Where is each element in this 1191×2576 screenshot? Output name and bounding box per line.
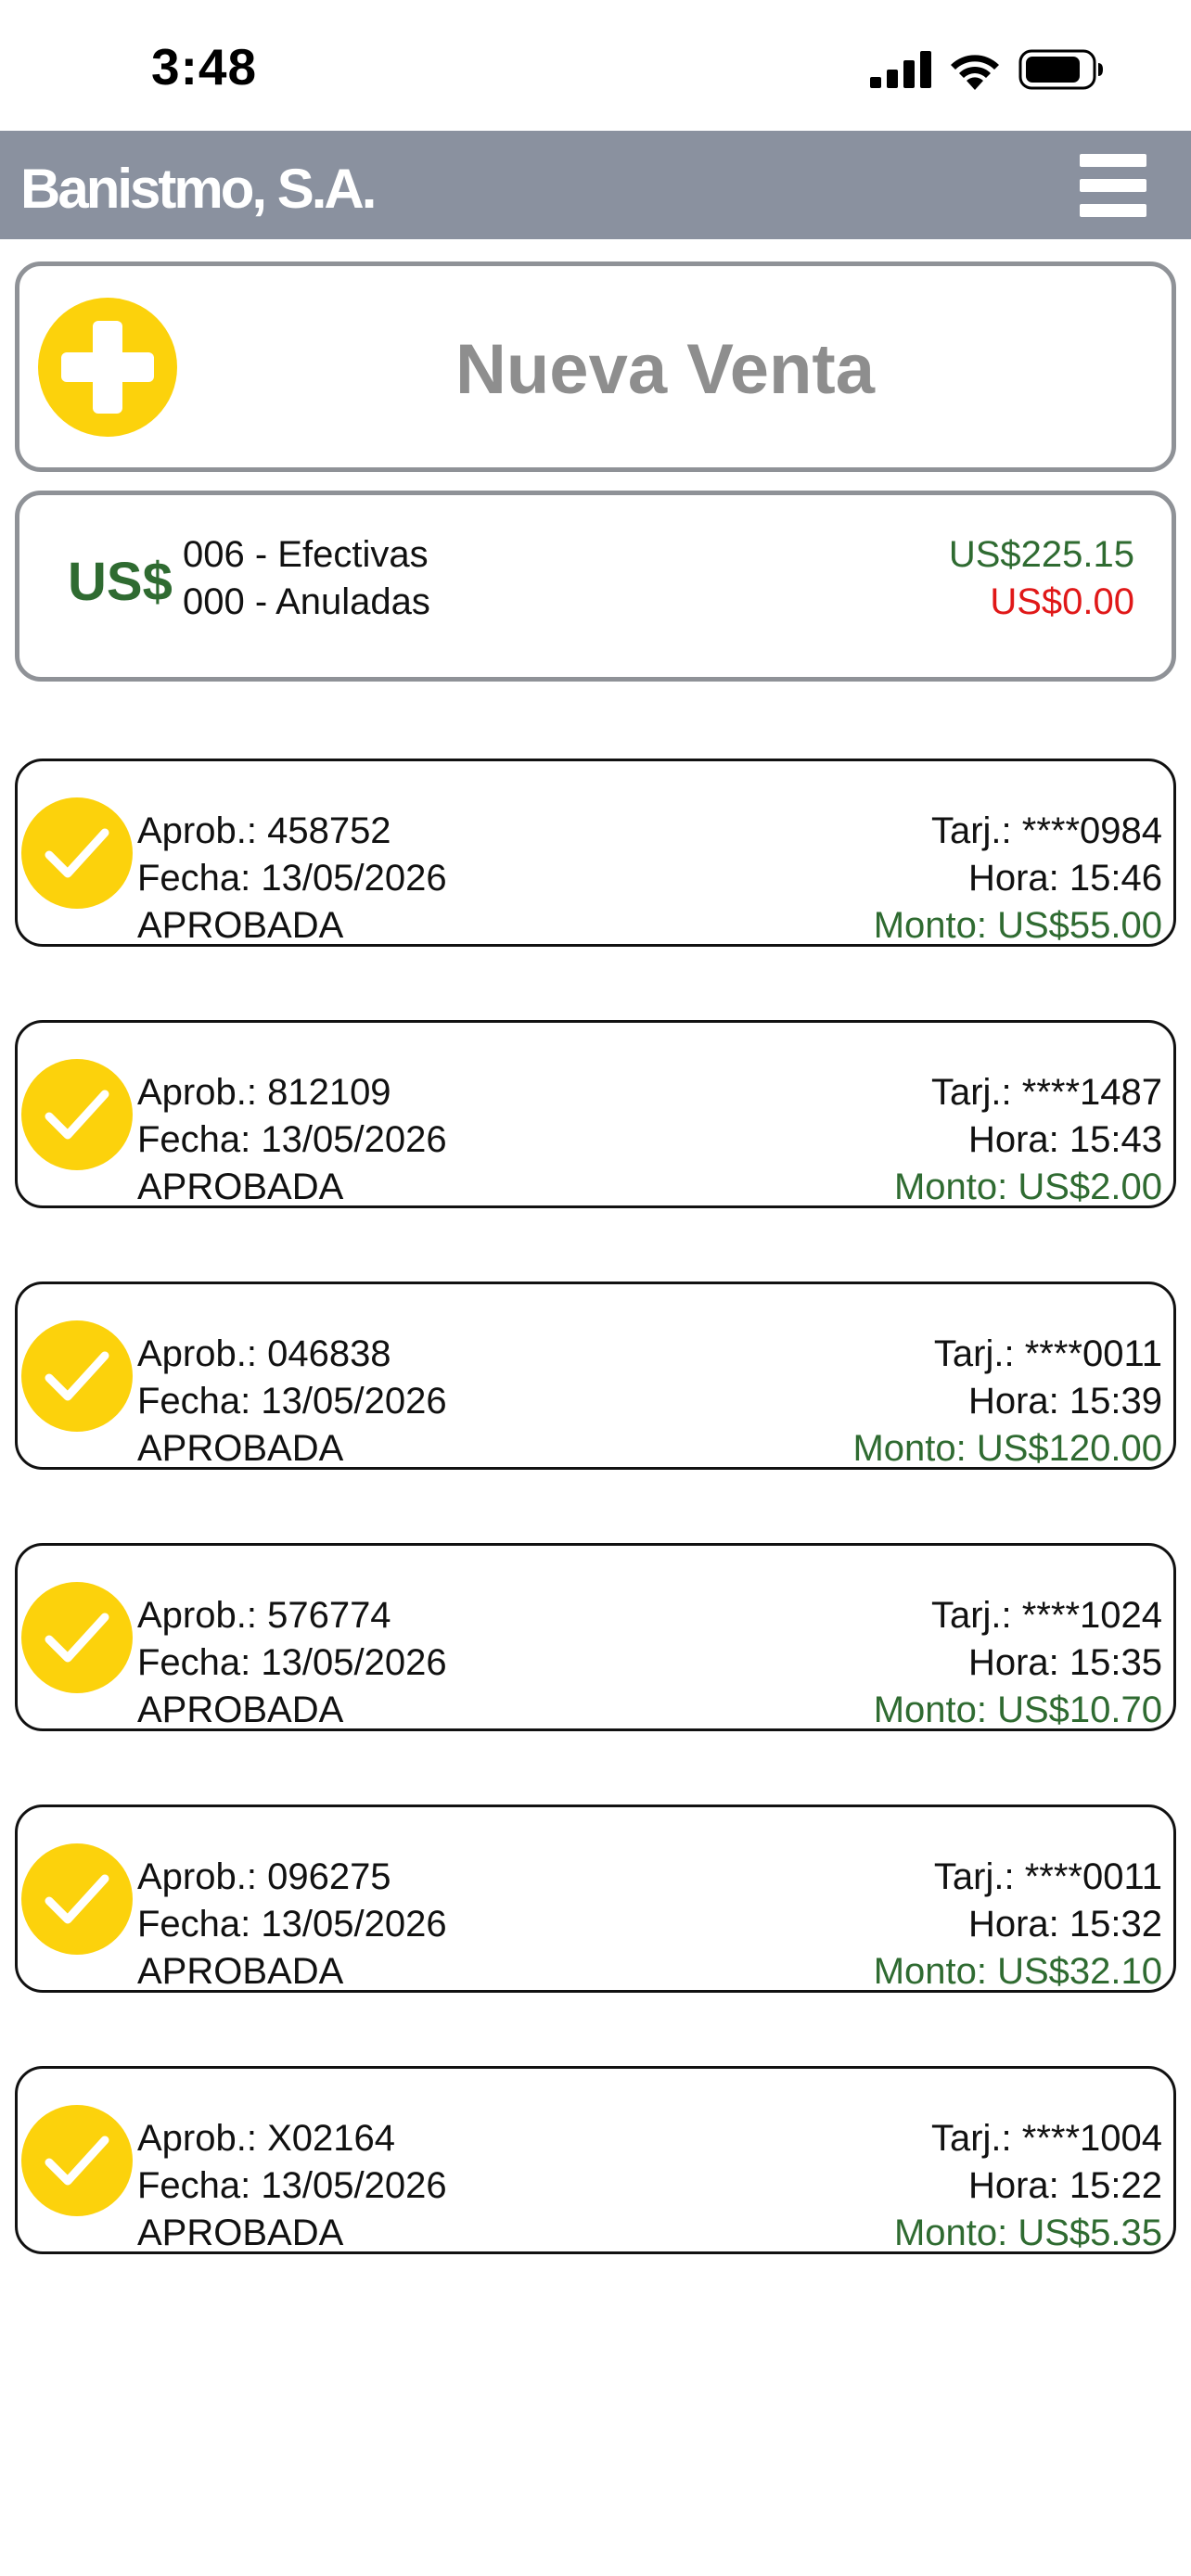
new-sale-button[interactable]: Nueva Venta (15, 261, 1176, 472)
approval-code: Aprob.: X02164 (137, 2118, 395, 2159)
app-title: Banistmo, S.A. (20, 158, 377, 220)
transaction-time: Hora: 15:32 (967, 1904, 1162, 1945)
check-circle-icon (21, 2105, 133, 2216)
transaction-amount: Monto: US$5.35 (893, 2213, 1162, 2253)
menu-bar (1080, 154, 1146, 167)
menu-bar (1080, 204, 1146, 217)
transaction-amount: Monto: US$10.70 (873, 1690, 1162, 1730)
transaction-time: Hora: 15:22 (967, 2165, 1162, 2206)
transaction-card[interactable]: Aprob.: 046838 Fecha: 13/05/2026 APROBAD… (15, 1282, 1176, 1470)
plus-circle-icon (38, 298, 177, 437)
check-circle-icon (21, 1843, 133, 1955)
transaction-date: Fecha: 13/05/2026 (137, 1381, 447, 1422)
transaction-date: Fecha: 13/05/2026 (137, 858, 447, 899)
wifi-icon (951, 55, 999, 90)
card-number: Tarj.: ****1024 (930, 1595, 1162, 1636)
transaction-date: Fecha: 13/05/2026 (137, 1904, 447, 1945)
check-circle-icon (21, 1320, 133, 1432)
approval-code: Aprob.: 812109 (137, 1072, 391, 1113)
transaction-time: Hora: 15:46 (967, 858, 1162, 899)
card-number: Tarj.: ****1487 (930, 1072, 1162, 1113)
transaction-date: Fecha: 13/05/2026 (137, 1642, 447, 1683)
card-number: Tarj.: ****0011 (933, 1856, 1162, 1897)
card-number: Tarj.: ****1004 (930, 2118, 1162, 2159)
transaction-amount: Monto: US$32.10 (873, 1951, 1162, 1992)
transaction-card[interactable]: Aprob.: X02164 Fecha: 13/05/2026 APROBAD… (15, 2066, 1176, 2254)
approval-code: Aprob.: 096275 (137, 1856, 391, 1897)
menu-bar (1080, 179, 1146, 192)
voided-amount: US$0.00 (990, 581, 1134, 622)
transaction-card[interactable]: Aprob.: 458752 Fecha: 13/05/2026 APROBAD… (15, 759, 1176, 947)
check-circle-icon (21, 1059, 133, 1170)
transaction-card[interactable]: Aprob.: 576774 Fecha: 13/05/2026 APROBAD… (15, 1543, 1176, 1731)
cellular-signal-icon (870, 51, 931, 88)
sales-summary-card: US$ 006 - Efectivas 000 - Anuladas US$22… (15, 491, 1176, 682)
approval-code: Aprob.: 576774 (137, 1595, 391, 1636)
transaction-status: APROBADA (137, 1951, 344, 1992)
check-circle-icon (21, 797, 133, 909)
transaction-status: APROBADA (137, 1428, 344, 1469)
status-time: 3:48 (151, 38, 258, 96)
transaction-amount: Monto: US$2.00 (893, 1167, 1162, 1207)
transaction-amount: Monto: US$120.00 (852, 1428, 1162, 1469)
new-sale-label: Nueva Venta (455, 330, 875, 409)
battery-icon (1018, 49, 1103, 90)
transaction-date: Fecha: 13/05/2026 (137, 2165, 447, 2206)
transaction-time: Hora: 15:43 (967, 1119, 1162, 1160)
transaction-time: Hora: 15:35 (967, 1642, 1162, 1683)
transaction-card[interactable]: Aprob.: 812109 Fecha: 13/05/2026 APROBAD… (15, 1020, 1176, 1208)
card-number: Tarj.: ****0011 (933, 1333, 1162, 1374)
transaction-card[interactable]: Aprob.: 096275 Fecha: 13/05/2026 APROBAD… (15, 1804, 1176, 1993)
status-bar: 3:48 (0, 0, 1191, 131)
transaction-status: APROBADA (137, 2213, 344, 2253)
app-header: Banistmo, S.A. (0, 131, 1191, 239)
hamburger-menu-icon[interactable] (1080, 154, 1146, 217)
transaction-status: APROBADA (137, 1690, 344, 1730)
status-icons (870, 46, 1104, 93)
effective-count-label: 006 - Efectivas (183, 534, 429, 575)
effective-amount: US$225.15 (948, 534, 1134, 575)
approval-code: Aprob.: 046838 (137, 1333, 391, 1374)
summary-currency: US$ (68, 552, 173, 612)
approval-code: Aprob.: 458752 (137, 810, 391, 851)
transaction-status: APROBADA (137, 905, 344, 946)
transaction-time: Hora: 15:39 (967, 1381, 1162, 1422)
check-circle-icon (21, 1582, 133, 1693)
card-number: Tarj.: ****0984 (930, 810, 1162, 851)
voided-count-label: 000 - Anuladas (183, 581, 430, 622)
transaction-status: APROBADA (137, 1167, 344, 1207)
transaction-date: Fecha: 13/05/2026 (137, 1119, 447, 1160)
transaction-amount: Monto: US$55.00 (873, 905, 1162, 946)
